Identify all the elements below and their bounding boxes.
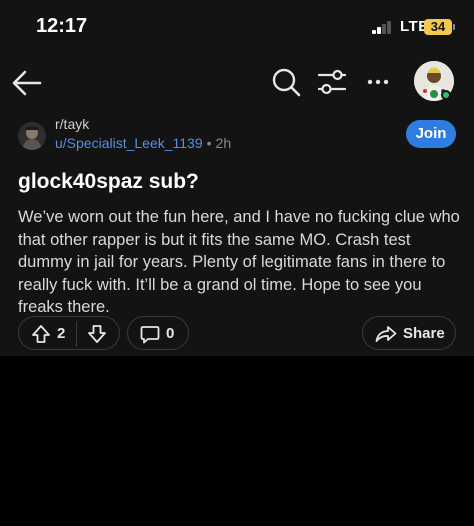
search-icon — [272, 68, 301, 97]
subreddit-avatar-icon — [18, 122, 46, 150]
share-arrow-icon — [375, 326, 397, 342]
more-options-button[interactable] — [362, 66, 394, 98]
vote-count: 2 — [57, 325, 66, 342]
upvote-button[interactable] — [31, 324, 51, 349]
share-icon-wrap — [375, 325, 397, 348]
upvote-arrow-icon — [32, 325, 50, 343]
vote-divider-line — [76, 321, 77, 347]
battery-level: 34 — [424, 19, 452, 35]
status-time: 12:17 — [36, 15, 88, 37]
comment-icon-wrap — [140, 325, 160, 349]
vote-bar: 2 — [18, 316, 120, 350]
comments-button[interactable]: 0 — [127, 316, 189, 350]
battery-icon — [453, 24, 455, 30]
subreddit-avatar[interactable] — [18, 122, 46, 150]
filter-button[interactable] — [316, 66, 348, 98]
post-meta: u/Specialist_Leek_1139 • 2h — [55, 135, 231, 151]
post-age: 2h — [215, 135, 232, 151]
top-nav-bar — [0, 52, 474, 114]
comment-bubble-icon — [140, 326, 160, 344]
vote-divider — [76, 321, 78, 352]
comment-count: 0 — [166, 325, 175, 342]
post-title[interactable]: glock40spaz sub? — [18, 170, 199, 194]
back-button[interactable] — [10, 66, 44, 100]
downvote-button[interactable] — [87, 324, 107, 349]
share-label: Share — [403, 325, 445, 342]
author-link[interactable]: u/Specialist_Leek_1139 — [55, 135, 203, 151]
subreddit-name[interactable]: r/tayk — [55, 116, 89, 132]
sliders-icon — [317, 69, 347, 95]
arrow-left-icon — [12, 70, 42, 96]
post-card: r/tayk u/Specialist_Leek_1139 • 2h Join gl… — [0, 114, 474, 356]
post-body[interactable]: We’ve worn out the fun here, and I have … — [18, 206, 460, 319]
ellipsis-icon — [367, 79, 389, 85]
meta-separator: • — [206, 135, 212, 151]
search-button[interactable] — [270, 66, 302, 98]
online-status-dot — [441, 90, 451, 100]
signal-strength-icon — [372, 20, 396, 34]
downvote-arrow-icon — [88, 325, 106, 343]
status-bar: 12:17 LTE 34 — [0, 0, 474, 52]
share-button[interactable]: Share — [362, 316, 456, 350]
join-button[interactable]: Join — [406, 120, 456, 148]
